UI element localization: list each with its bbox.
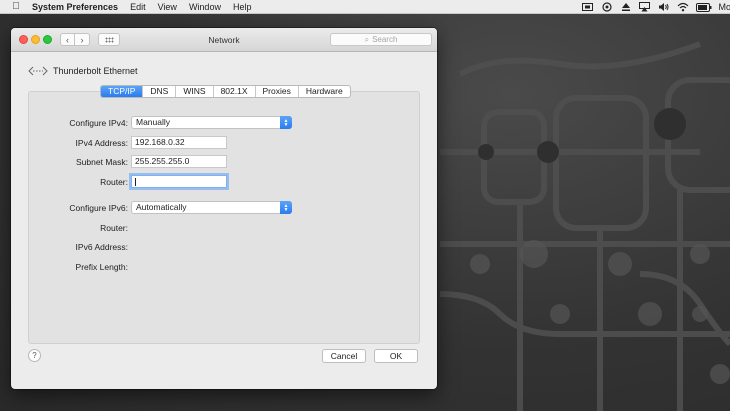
volume-icon[interactable] bbox=[658, 2, 670, 12]
search-placeholder: Search bbox=[372, 35, 398, 44]
settings-panel: Configure IPv4: Manually ▲ ▼ IPv4 Address… bbox=[28, 91, 420, 344]
tab-wins[interactable]: WINS bbox=[176, 86, 214, 97]
network-window: ‹ › Network ⌕ Search Thunderbolt Etherne… bbox=[11, 28, 437, 389]
subnet-mask-label: Subnet Mask: bbox=[76, 157, 128, 167]
menu-view[interactable]: View bbox=[158, 2, 177, 12]
tab-bar: TCP/IP DNS WINS 802.1X Proxies Hardware bbox=[100, 85, 351, 98]
prefix-length-label: Prefix Length: bbox=[75, 262, 128, 272]
popup-arrows-icon: ▲ ▼ bbox=[280, 201, 292, 214]
menu-window[interactable]: Window bbox=[189, 2, 221, 12]
tab-8021x[interactable]: 802.1X bbox=[214, 86, 256, 97]
battery-icon[interactable] bbox=[695, 2, 712, 12]
subnet-mask-field[interactable]: 255.255.255.0 bbox=[131, 155, 227, 168]
tab-hardware[interactable]: Hardware bbox=[299, 86, 350, 97]
screen-mirror-icon[interactable] bbox=[582, 2, 594, 12]
help-button[interactable]: ? bbox=[28, 349, 41, 362]
tab-dns[interactable]: DNS bbox=[143, 86, 177, 97]
wifi-icon[interactable] bbox=[677, 2, 689, 12]
apple-menu-icon[interactable]:  bbox=[10, 1, 22, 12]
interface-name: Thunderbolt Ethernet bbox=[53, 66, 138, 76]
search-icon: ⌕ bbox=[364, 34, 370, 44]
eject-icon[interactable] bbox=[620, 2, 632, 12]
tab-tcpip[interactable]: TCP/IP bbox=[101, 86, 144, 97]
help-icon: ? bbox=[32, 351, 37, 360]
menu-edit[interactable]: Edit bbox=[130, 2, 146, 12]
sync-icon[interactable] bbox=[601, 2, 613, 12]
window-titlebar[interactable]: ‹ › Network ⌕ Search bbox=[11, 28, 437, 52]
airplay-icon[interactable] bbox=[639, 2, 651, 12]
menubar-clock[interactable]: Mor bbox=[719, 2, 730, 12]
configure-ipv4-value: Manually bbox=[136, 117, 171, 127]
popup-arrows-icon: ▲ ▼ bbox=[280, 116, 292, 129]
status-area: Mor bbox=[582, 0, 730, 14]
router-ipv4-label: Router: bbox=[100, 177, 128, 187]
configure-ipv6-label: Configure IPv6: bbox=[69, 203, 128, 213]
ethernet-arrows-icon bbox=[28, 66, 48, 76]
ipv4-address-field[interactable]: 192.168.0.32 bbox=[131, 136, 227, 149]
menu-bar:  System Preferences Edit View Window He… bbox=[0, 0, 730, 14]
search-input[interactable]: ⌕ Search bbox=[330, 33, 432, 46]
router-ipv4-field[interactable] bbox=[131, 175, 227, 188]
router-ipv6-label: Router: bbox=[100, 223, 128, 233]
configure-ipv4-label: Configure IPv4: bbox=[69, 118, 128, 128]
tab-proxies[interactable]: Proxies bbox=[256, 86, 299, 97]
ipv4-address-label: IPv4 Address: bbox=[75, 138, 128, 148]
interface-heading: Thunderbolt Ethernet bbox=[28, 66, 138, 76]
ok-button[interactable]: OK bbox=[374, 349, 418, 363]
menu-app-name[interactable]: System Preferences bbox=[32, 2, 118, 12]
ipv6-address-label: IPv6 Address: bbox=[75, 242, 128, 252]
text-caret bbox=[135, 177, 136, 186]
configure-ipv4-popup[interactable]: Manually ▲ ▼ bbox=[131, 116, 292, 129]
cancel-button[interactable]: Cancel bbox=[322, 349, 366, 363]
configure-ipv6-popup[interactable]: Automatically ▲ ▼ bbox=[131, 201, 292, 214]
menu-help[interactable]: Help bbox=[233, 2, 252, 12]
configure-ipv6-value: Automatically bbox=[136, 202, 187, 212]
